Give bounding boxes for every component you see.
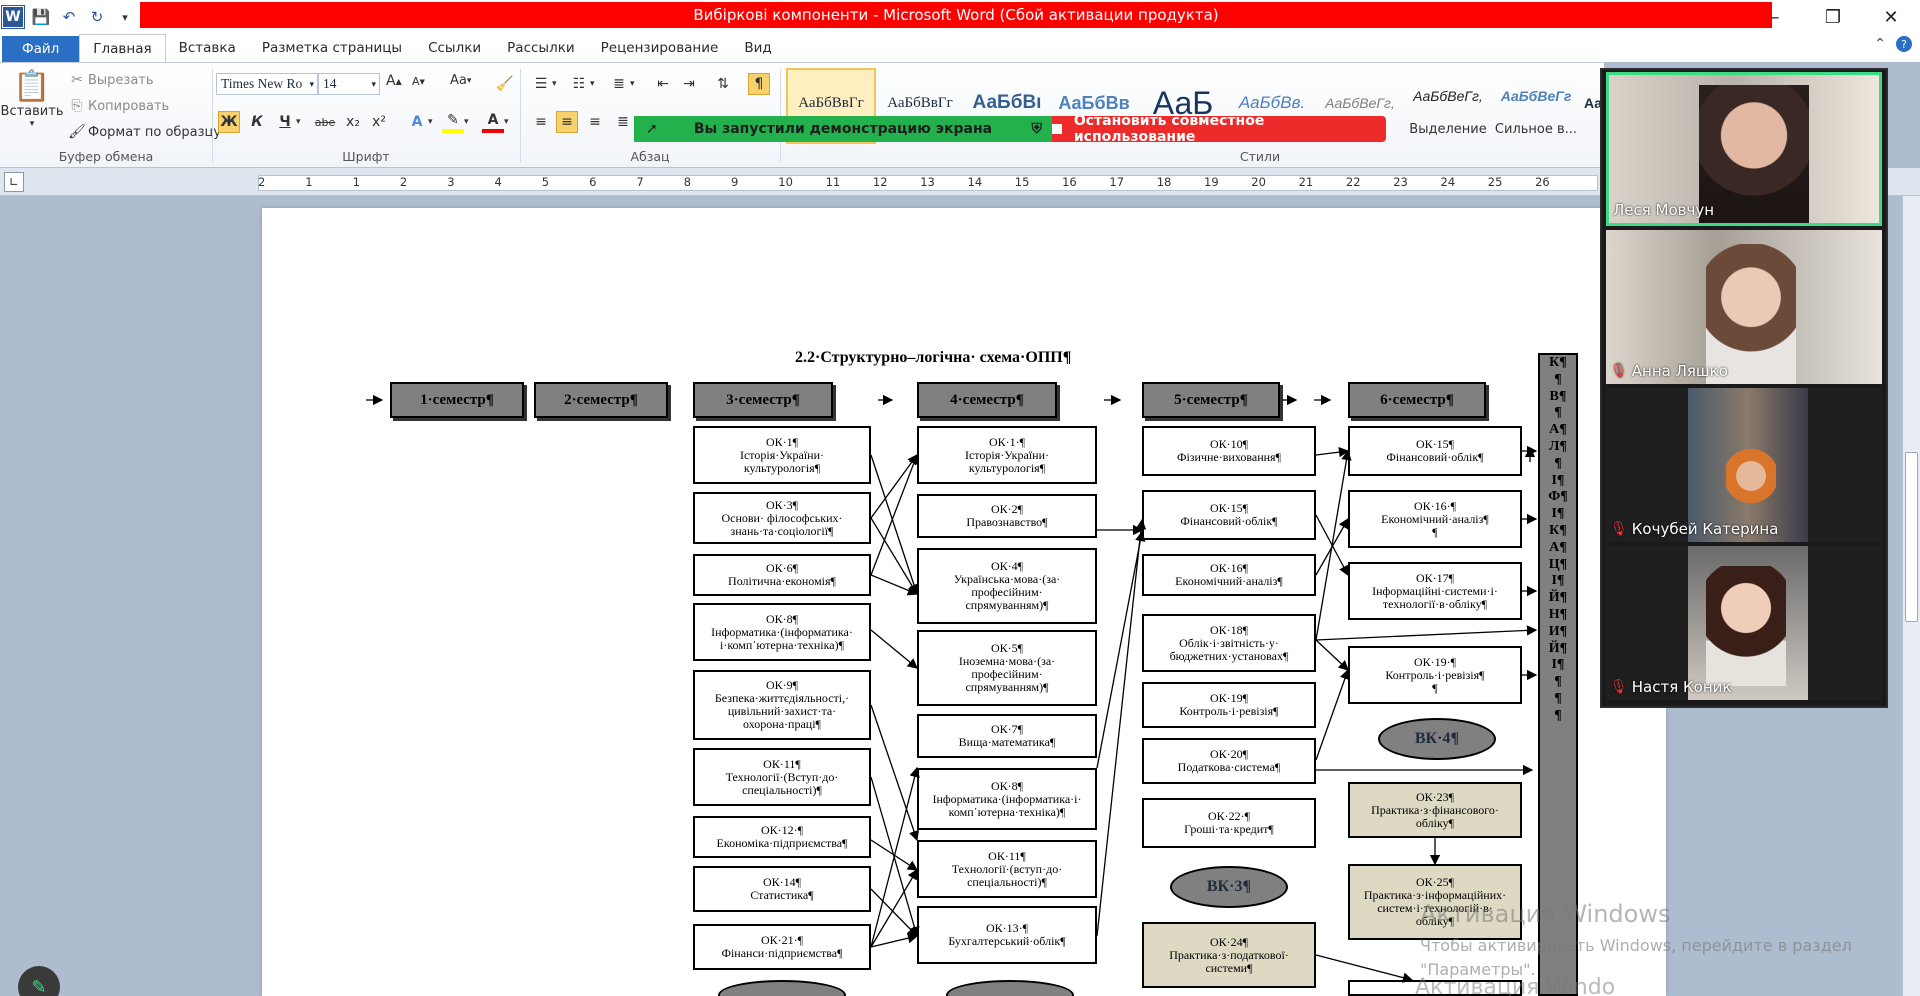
vertical-letter: И¶ <box>1548 623 1568 639</box>
vertical-letter: І¶ <box>1551 472 1565 488</box>
participant-tile[interactable]: Леся Мовчун <box>1606 72 1882 226</box>
connector-arrow <box>870 766 920 948</box>
vertical-letter: ¶ <box>1554 455 1562 471</box>
participant-name: 🎙 Кочубей Катерина <box>1610 520 1779 538</box>
vertical-letter: А¶ <box>1549 539 1567 555</box>
vertical-letter: Й¶ <box>1548 640 1568 656</box>
participant-tile[interactable]: 🎙 Настя Коник <box>1606 546 1882 700</box>
vertical-letter: І¶ <box>1551 506 1565 522</box>
vertical-letter: Ф¶ <box>1548 489 1568 505</box>
vertical-letter: К¶ <box>1549 355 1567 370</box>
vertical-letter: ¶ <box>1554 690 1562 706</box>
connector-arrow <box>870 704 919 842</box>
vertical-letter: К¶ <box>1549 522 1567 538</box>
vertical-letter: Н¶ <box>1548 606 1568 622</box>
vertical-letter: І¶ <box>1551 573 1565 589</box>
connector-arrow <box>1315 449 1352 641</box>
muted-mic-icon: 🎙 <box>1610 521 1628 537</box>
participant-avatar <box>1699 85 1809 223</box>
vertical-letter: А¶ <box>1549 422 1567 438</box>
participant-avatar <box>1726 448 1776 518</box>
muted-mic-icon: 🎙 <box>1610 679 1628 695</box>
participant-tile[interactable]: 🎙 Кочубей Катерина <box>1606 388 1882 542</box>
vertical-letter: ¶ <box>1554 707 1562 723</box>
vertical-letter: Л¶ <box>1549 438 1567 454</box>
connector-arrow <box>870 868 918 948</box>
participant-avatar <box>1706 566 1786 686</box>
participants-panel: Леся Мовчун 🎙 Анна Ляшко 🎙 Кочубей Катерин… <box>1600 68 1888 708</box>
participant-tile[interactable]: 🎙 Анна Ляшко <box>1606 230 1882 384</box>
connector-arrow <box>1315 954 1414 983</box>
vertical-letter: Й¶ <box>1548 590 1568 606</box>
activation-watermark-title: Активация Windows <box>1420 900 1671 928</box>
participant-name: 🎙 Анна Ляшко <box>1610 362 1728 380</box>
connector-arrow <box>1096 518 1147 937</box>
muted-mic-icon: 🎙 <box>1610 363 1628 379</box>
connector-arrow <box>1315 639 1349 671</box>
connector-arrow <box>1315 668 1350 761</box>
vertical-letter: ¶ <box>1554 674 1562 690</box>
connector-arrow <box>870 453 918 519</box>
connector-arrow <box>1315 625 1538 641</box>
activation-watermark-text: Чтобы активировать Windows, перейдите в … <box>1420 936 1852 955</box>
connector-arrow <box>1315 446 1350 458</box>
vertical-letter: Ц¶ <box>1548 556 1568 572</box>
vertical-letter: ¶ <box>1554 371 1562 387</box>
connector-arrow <box>870 574 919 596</box>
connector-arrow <box>870 933 919 948</box>
activation-watermark-title: Активация Windo <box>1415 975 1616 996</box>
participant-name: 🎙 Настя Коник <box>1610 678 1732 696</box>
connector-arrow <box>870 454 920 596</box>
participant-name: Леся Мовчун <box>1613 201 1715 219</box>
vertical-letter: ¶ <box>1554 405 1562 421</box>
vertical-letter: В¶ <box>1549 388 1567 404</box>
vertical-letter: І¶ <box>1551 657 1565 673</box>
connector-arrow <box>870 629 919 669</box>
